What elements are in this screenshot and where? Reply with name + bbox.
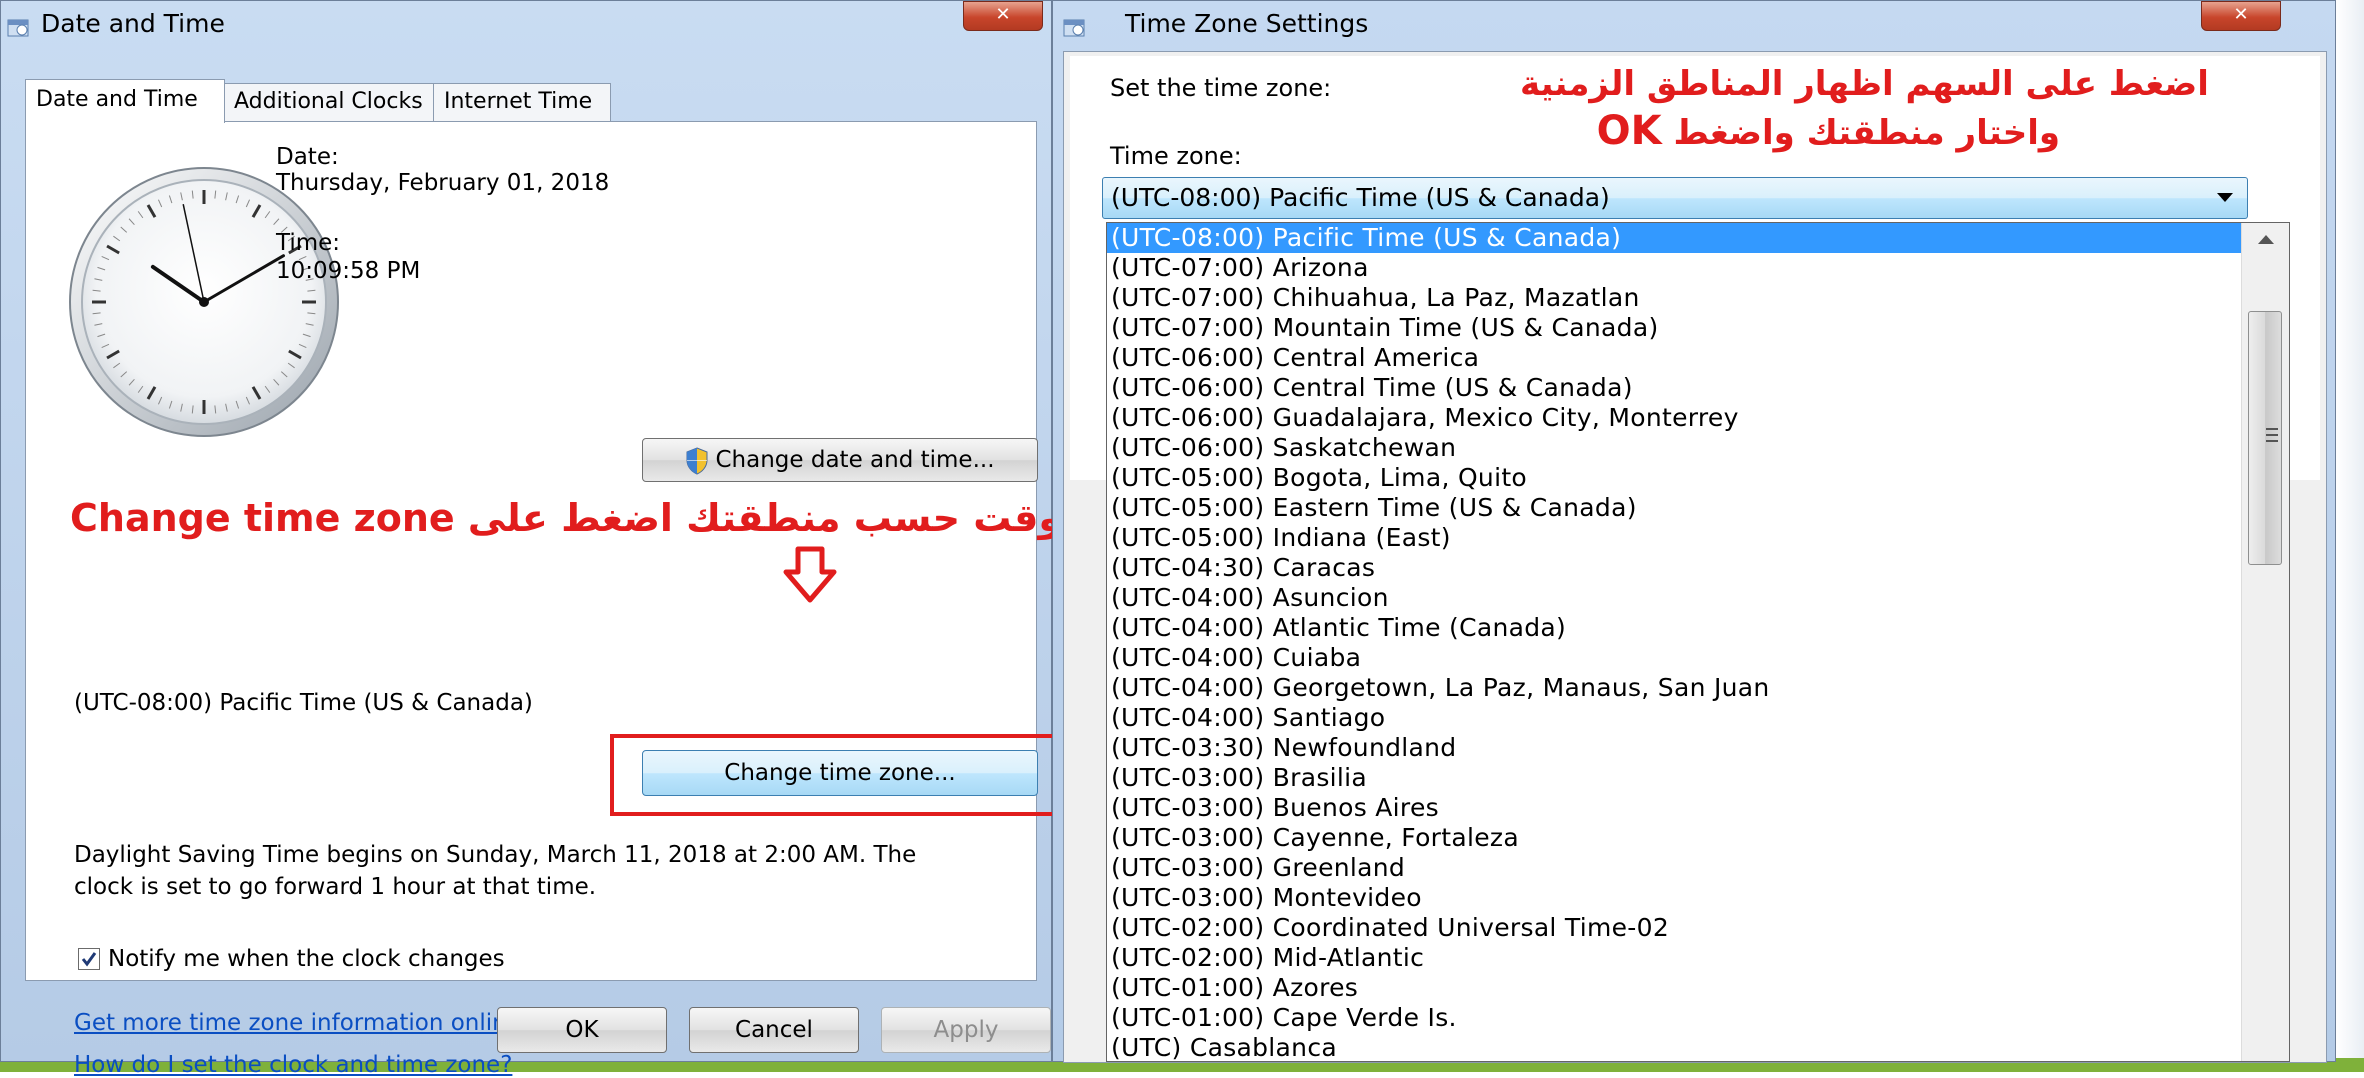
annotation-left-en: Change time zone: [70, 496, 455, 540]
timezone-option[interactable]: (UTC-04:30) Caracas: [1107, 553, 2241, 583]
cancel-button[interactable]: Cancel: [689, 1007, 859, 1053]
timezone-option[interactable]: (UTC-08:00) Pacific Time (US & Canada): [1107, 223, 2241, 253]
window-title: Date and Time: [41, 9, 225, 38]
scroll-up-icon[interactable]: [2258, 235, 2274, 244]
down-arrow-icon: [783, 546, 837, 603]
timezone-option[interactable]: (UTC-04:00) Asuncion: [1107, 583, 2241, 613]
timezone-option[interactable]: (UTC-02:00) Coordinated Universal Time-0…: [1107, 913, 2241, 943]
tab-date-and-time[interactable]: Date and Time: [25, 79, 225, 123]
title-bar: Date and Time ✕: [1, 1, 1051, 53]
timezone-option[interactable]: (UTC-01:00) Cape Verde Is.: [1107, 1003, 2241, 1033]
close-icon: ✕: [995, 4, 1011, 25]
notify-checkbox-label[interactable]: Notify me when the clock changes: [108, 946, 505, 972]
timezone-label: Time zone:: [1110, 142, 1242, 170]
how-to-set-clock-link[interactable]: How do I set the clock and time zone?: [74, 1052, 512, 1078]
set-timezone-label: Set the time zone:: [1110, 74, 1332, 102]
date-time-app-icon: [7, 19, 29, 37]
time-value: 10:09:58 PM: [276, 258, 421, 284]
timezone-option[interactable]: (UTC-07:00) Mountain Time (US & Canada): [1107, 313, 2241, 343]
timezone-option[interactable]: (UTC-03:00) Greenland: [1107, 853, 2241, 883]
timezone-option[interactable]: (UTC-04:00) Atlantic Time (Canada): [1107, 613, 2241, 643]
timezone-option[interactable]: (UTC) Casablanca: [1107, 1033, 2241, 1061]
tab-internet-time[interactable]: Internet Time: [433, 83, 611, 121]
close-button[interactable]: ✕: [963, 1, 1043, 31]
tz-close-icon: ✕: [2233, 4, 2249, 25]
more-timezone-info-link[interactable]: Get more time zone information online: [74, 1010, 521, 1036]
timezone-option[interactable]: (UTC-04:00) Santiago: [1107, 703, 2241, 733]
ok-button[interactable]: OK: [497, 1007, 667, 1053]
tz-title-bar: Time Zone Settings ✕: [1053, 1, 2335, 53]
tz-close-button[interactable]: ✕: [2201, 1, 2281, 31]
time-label: Time:: [276, 230, 341, 256]
grip-line-icon: [2266, 428, 2278, 430]
timezone-option[interactable]: (UTC-06:00) Central Time (US & Canada): [1107, 373, 2241, 403]
timezone-option[interactable]: (UTC-03:00) Buenos Aires: [1107, 793, 2241, 823]
date-label: Date:: [276, 144, 339, 170]
timezone-option[interactable]: (UTC-04:00) Georgetown, La Paz, Manaus, …: [1107, 673, 2241, 703]
uac-shield-icon: [686, 446, 708, 475]
timezone-option[interactable]: (UTC-05:00) Indiana (East): [1107, 523, 2241, 553]
annotation-right-line2: واختار منطقتك واضغط: [1673, 113, 2060, 153]
timezone-combobox[interactable]: (UTC-08:00) Pacific Time (US & Canada): [1102, 177, 2248, 219]
annotation-change-timezone: Change time zone لتغيير الوقت حسب منطقتك…: [70, 496, 1209, 540]
scrollbar-thumb[interactable]: [2248, 311, 2282, 565]
timezone-option[interactable]: (UTC-03:30) Newfoundland: [1107, 733, 2241, 763]
timezone-option[interactable]: (UTC-02:00) Mid-Atlantic: [1107, 943, 2241, 973]
dropdown-scrollbar[interactable]: [2241, 223, 2289, 1061]
checkmark-icon: [81, 952, 97, 967]
change-time-zone-button[interactable]: Change time zone...: [642, 750, 1038, 796]
timezone-option[interactable]: (UTC-04:00) Cuiaba: [1107, 643, 2241, 673]
tab-panel: Date: Thursday, February 01, 2018 Time: …: [25, 121, 1058, 1078]
apply-button: Apply: [881, 1007, 1051, 1053]
change-date-time-label: Change date and time...: [715, 447, 995, 473]
dropdown-arrow-icon[interactable]: [2217, 193, 2233, 202]
timezone-combo-value: (UTC-08:00) Pacific Time (US & Canada): [1111, 183, 1610, 212]
timezone-option[interactable]: (UTC-06:00) Saskatchewan: [1107, 433, 2241, 463]
change-date-time-button[interactable]: Change date and time...: [642, 438, 1038, 482]
timezone-option[interactable]: (UTC-06:00) Guadalajara, Mexico City, Mo…: [1107, 403, 2241, 433]
tz-app-icon: [1063, 19, 1085, 37]
tz-window-title: Time Zone Settings: [1125, 9, 1369, 38]
timezone-option[interactable]: (UTC-07:00) Chihuahua, La Paz, Mazatlan: [1107, 283, 2241, 313]
timezone-option[interactable]: (UTC-05:00) Bogota, Lima, Quito: [1107, 463, 2241, 493]
timezone-option[interactable]: (UTC-05:00) Eastern Time (US & Canada): [1107, 493, 2241, 523]
grip-line-icon: [2266, 434, 2278, 436]
background-edge: [2336, 0, 2364, 1072]
grip-line-icon: [2266, 440, 2278, 442]
annotation-select-zone-line2: واختار منطقتك واضغط OK: [1520, 108, 2060, 154]
date-value: Thursday, February 01, 2018: [276, 170, 610, 196]
dst-info-line2: clock is set to go forward 1 hour at tha…: [74, 874, 597, 900]
timezone-option[interactable]: (UTC-03:00) Brasilia: [1107, 763, 2241, 793]
timezone-option[interactable]: (UTC-03:00) Montevideo: [1107, 883, 2241, 913]
timezone-option[interactable]: (UTC-07:00) Arizona: [1107, 253, 2241, 283]
timezone-options: (UTC-08:00) Pacific Time (US & Canada) (U…: [1107, 223, 2241, 1061]
current-timezone: (UTC-08:00) Pacific Time (US & Canada): [74, 690, 533, 716]
notify-checkbox[interactable]: [78, 948, 100, 970]
timezone-option[interactable]: (UTC-03:00) Cayenne, Fortaleza: [1107, 823, 2241, 853]
timezone-option[interactable]: (UTC-01:00) Azores: [1107, 973, 2241, 1003]
timezone-dropdown-list[interactable]: (UTC-08:00) Pacific Time (US & Canada) (U…: [1106, 222, 2290, 1062]
annotation-ok: OK: [1596, 108, 1662, 154]
annotation-select-zone-line1: اضغط على السهم اظهار المناطق الزمنية: [1520, 64, 2209, 104]
tab-additional-clocks[interactable]: Additional Clocks: [223, 83, 435, 121]
analog-clock: [69, 167, 339, 437]
dst-info-line1: Daylight Saving Time begins on Sunday, M…: [74, 842, 917, 868]
timezone-option[interactable]: (UTC-06:00) Central America: [1107, 343, 2241, 373]
